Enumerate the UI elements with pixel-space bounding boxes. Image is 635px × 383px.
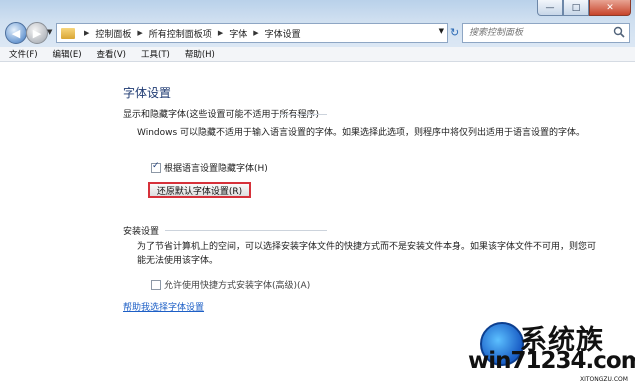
address-bar[interactable]: ▶ 控制面板 ▶ 所有控制面板项 ▶ 字体 ▶ 字体设置 ▼ (56, 23, 448, 43)
chevron-right-icon[interactable]: ▶ (84, 29, 89, 37)
shortcut-install-option[interactable]: 允许使用快捷方式安装字体(高级)(A) (151, 278, 310, 291)
hide-fonts-checkbox[interactable] (151, 161, 161, 173)
hide-fonts-label[interactable]: 根据语言设置隐藏字体(H) (164, 161, 268, 174)
hide-fonts-description: Windows 可以隐藏不适用于输入语言设置的字体。如果选择此选项，则程序中将仅… (137, 128, 586, 138)
breadcrumb-item[interactable]: 字体设置 (265, 27, 301, 40)
watermark-url: win71234.com (468, 348, 635, 374)
arrow-left-icon: ◀ (11, 26, 21, 40)
section-divider (280, 114, 327, 115)
chevron-right-icon[interactable]: ▶ (218, 29, 223, 37)
chevron-right-icon[interactable]: ▶ (253, 29, 258, 37)
back-button[interactable]: ◀ (5, 22, 27, 44)
arrow-right-icon: ▶ (32, 26, 42, 40)
shortcut-install-checkbox[interactable] (151, 279, 161, 290)
install-settings-description: 为了节省计算机上的空间，可以选择安装字体文件的快捷方式而不是安装文件本身。如果该… (137, 242, 597, 266)
watermark-logo: 系统族 win71234.com XITONGZU.COM (468, 320, 635, 383)
hide-fonts-option[interactable]: 根据语言设置隐藏字体(H) (151, 161, 268, 174)
breadcrumb-item[interactable]: 字体 (229, 27, 247, 40)
shortcut-install-label[interactable]: 允许使用快捷方式安装字体(高级)(A) (164, 278, 310, 291)
chevron-right-icon[interactable]: ▶ (137, 29, 142, 37)
explorer-window: — □ ✕ ◀ ▶ ▼ ▶ 控制面板 ▶ 所有控制面板项 ▶ 字体 ▶ 字体设置… (0, 0, 635, 383)
navigation-bar: ◀ ▶ ▼ ▶ 控制面板 ▶ 所有控制面板项 ▶ 字体 ▶ 字体设置 ▼ ↻ (0, 18, 635, 46)
forward-button[interactable]: ▶ (26, 22, 48, 44)
search-icon[interactable] (613, 26, 625, 38)
menu-file[interactable]: 文件(F) (0, 47, 44, 61)
restore-defaults-button[interactable]: 还原默认字体设置(R) (148, 182, 251, 198)
breadcrumb-item[interactable]: 控制面板 (95, 27, 131, 40)
address-dropdown-icon[interactable]: ▼ (439, 27, 444, 35)
menu-bar: 文件(F) 编辑(E) 查看(V) 工具(T) 帮助(H) (0, 47, 635, 62)
install-settings-heading: 安装设置 (123, 227, 160, 237)
section-divider (165, 230, 327, 231)
page-title: 字体设置 (123, 86, 172, 100)
menu-help[interactable]: 帮助(H) (176, 47, 221, 61)
menu-view[interactable]: 查看(V) (88, 47, 132, 61)
control-panel-icon (61, 27, 75, 39)
search-input[interactable] (463, 27, 611, 39)
watermark-sub: XITONGZU.COM (580, 376, 628, 383)
menu-tools[interactable]: 工具(T) (132, 47, 176, 61)
breadcrumb-item[interactable]: 所有控制面板项 (149, 27, 212, 40)
window-controls: — □ ✕ (537, 0, 631, 16)
close-button[interactable]: ✕ (589, 0, 631, 16)
menu-edit[interactable]: 编辑(E) (44, 47, 88, 61)
maximize-button[interactable]: □ (563, 0, 589, 16)
search-box[interactable] (462, 23, 630, 43)
history-dropdown-icon[interactable]: ▼ (47, 28, 52, 36)
minimize-button[interactable]: — (537, 0, 563, 16)
help-link[interactable]: 帮助我选择字体设置 (123, 300, 204, 313)
